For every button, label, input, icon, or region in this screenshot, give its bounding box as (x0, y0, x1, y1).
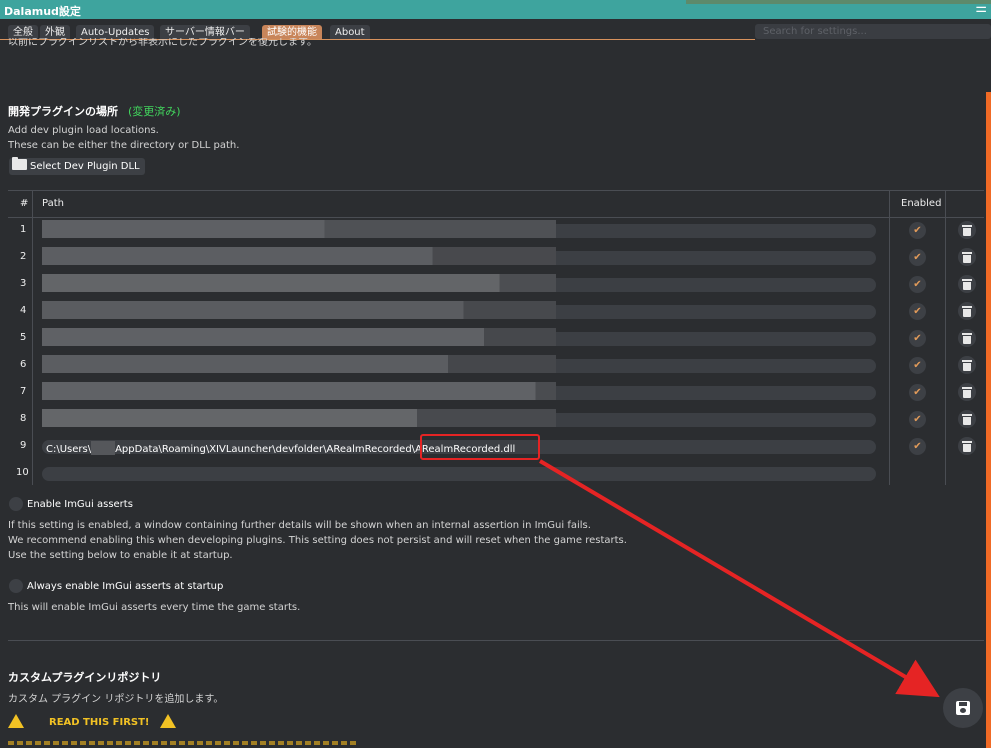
imgui-asserts-label: Enable ImGui asserts (27, 499, 133, 510)
select-dev-plugin-button[interactable]: Select Dev Plugin DLL (9, 157, 145, 175)
dev-plugins-title: 開発プラグインの場所 (8, 105, 118, 118)
trash-icon[interactable] (958, 437, 976, 455)
check-icon[interactable]: ✔ (909, 330, 926, 347)
check-icon[interactable]: ✔ (909, 303, 926, 320)
row-index: 10 (16, 467, 29, 478)
table-top-border (8, 190, 984, 191)
imgui-asserts-desc-2: We recommend enabling this when developi… (8, 535, 627, 546)
redacted-path (42, 328, 556, 346)
table-row: 8 ✔ (8, 406, 984, 433)
redacted-username (91, 441, 116, 455)
check-icon[interactable]: ✔ (909, 384, 926, 401)
header-path: Path (42, 198, 64, 209)
imgui-startup-label: Always enable ImGui asserts at startup (27, 581, 224, 592)
trash-icon[interactable] (958, 275, 976, 293)
cutoff-text: 以前にプラグインリストから非表示にしたプラグインを復元します。 (8, 38, 317, 47)
tab-about[interactable]: About (330, 25, 370, 40)
window-title: Dalamud設定 (4, 5, 81, 18)
cutoff-warning-text (8, 741, 358, 745)
table-row: 5 ✔ (8, 325, 984, 352)
scrollbar-thumb[interactable] (986, 92, 991, 748)
check-icon[interactable]: ✔ (909, 249, 926, 266)
warning-icon (160, 714, 176, 728)
check-icon[interactable]: ✔ (909, 357, 926, 374)
row-index: 1 (20, 224, 27, 235)
imgui-startup-desc: This will enable ImGui asserts every tim… (8, 602, 301, 613)
row-index: 2 (20, 251, 27, 262)
row-index: 8 (20, 413, 27, 424)
redacted-path (42, 247, 556, 265)
redacted-path (42, 274, 556, 292)
select-dev-plugin-label: Select Dev Plugin DLL (30, 161, 140, 172)
folder-icon (12, 157, 27, 170)
save-icon (956, 701, 970, 715)
warning-text: READ THIS FIRST! (49, 717, 150, 728)
custom-repo-desc: カスタム プラグイン リポジトリを追加します。 (8, 694, 224, 705)
dev-plugins-desc-2: These can be either the directory or DLL… (8, 140, 240, 151)
dev-plugins-desc-1: Add dev plugin load locations. (8, 125, 159, 136)
check-icon[interactable]: ✔ (909, 276, 926, 293)
background-strip (686, 0, 991, 4)
changed-badge: (変更済み) (128, 105, 181, 118)
row-index: 6 (20, 359, 27, 370)
table-row: 4 ✔ (8, 298, 984, 325)
trash-icon[interactable] (958, 410, 976, 428)
trash-icon[interactable] (958, 248, 976, 266)
path-middle: AppData\Roaming\XIVLauncher\devfolder\AR… (115, 444, 416, 455)
imgui-asserts-toggle[interactable] (9, 497, 23, 511)
row-index: 3 (20, 278, 27, 289)
row-index: 5 (20, 332, 27, 343)
new-path-input[interactable] (42, 467, 876, 481)
header-index: # (20, 198, 29, 209)
check-icon[interactable]: ✔ (909, 222, 926, 239)
save-button[interactable] (943, 688, 983, 728)
redacted-path (42, 220, 556, 238)
trash-icon[interactable] (958, 356, 976, 374)
trash-icon[interactable] (958, 383, 976, 401)
imgui-asserts-desc-1: If this setting is enabled, a window con… (8, 520, 591, 531)
search-input[interactable]: Search for settings... (755, 24, 991, 39)
redacted-path (42, 382, 556, 400)
row-index: 9 (20, 440, 27, 451)
table-row: 10 (8, 460, 984, 487)
check-icon[interactable]: ✔ (909, 411, 926, 428)
warning-icon (8, 714, 24, 728)
header-enabled: Enabled (901, 198, 942, 209)
imgui-asserts-desc-3: Use the setting below to enable it at st… (8, 550, 233, 561)
table-row: 6 ✔ (8, 352, 984, 379)
path-prefix: C:\Users\ (46, 444, 92, 455)
section-divider (8, 640, 984, 641)
trash-icon[interactable] (958, 302, 976, 320)
annotation-highlight (420, 434, 540, 460)
redacted-path (42, 409, 556, 427)
trash-icon[interactable] (958, 329, 976, 347)
imgui-startup-toggle[interactable] (9, 579, 23, 593)
table-row: 1 ✔ (8, 217, 984, 244)
row-index: 4 (20, 305, 27, 316)
table-row: 3 ✔ (8, 271, 984, 298)
check-icon[interactable]: ✔ (909, 438, 926, 455)
trash-icon[interactable] (958, 221, 976, 239)
table-row: 2 ✔ (8, 244, 984, 271)
table-row: 7 ✔ (8, 379, 984, 406)
dev-plugins-heading: 開発プラグインの場所 (変更済み) (8, 103, 181, 119)
redacted-path (42, 355, 556, 373)
custom-repo-title: カスタムプラグインリポジトリ (8, 671, 162, 684)
redacted-path (42, 301, 556, 319)
row-index: 7 (20, 386, 27, 397)
